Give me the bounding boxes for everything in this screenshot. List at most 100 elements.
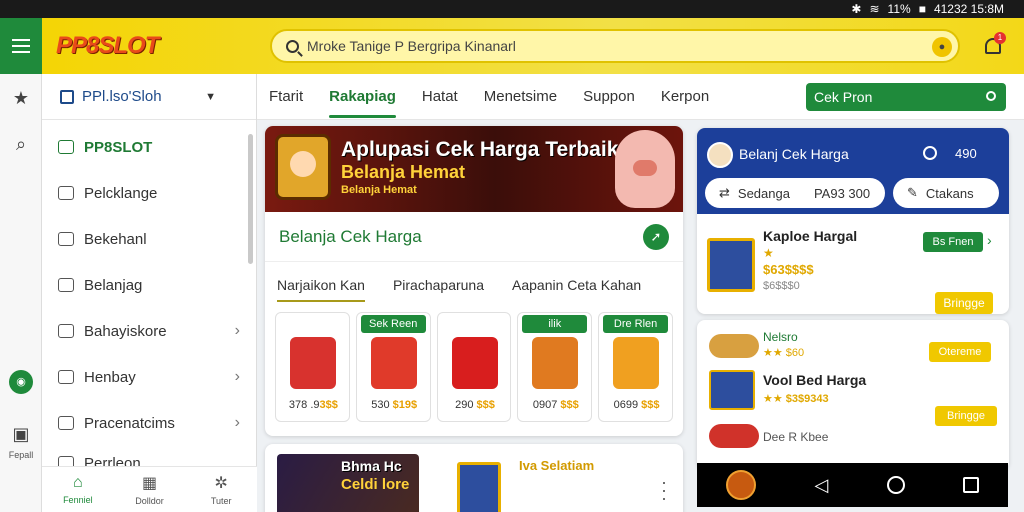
sidebar-item-label: Belanjag xyxy=(84,276,143,294)
price-highlight: $$$ xyxy=(560,399,579,411)
card2-title: Bhma Hc xyxy=(341,458,402,474)
subtab-narjaikon[interactable]: Narjaikon Kan xyxy=(277,262,365,308)
home-button-icon[interactable] xyxy=(886,476,905,494)
product-tile[interactable]: 378 .93$$ xyxy=(275,312,350,422)
subtab-pirachaparuna[interactable]: Pirachaparuna xyxy=(393,262,484,308)
search-rail-icon[interactable]: ⌕ xyxy=(11,134,31,154)
sub-tabs: Narjaikon Kan Pirachaparuna Aapanin Ceta… xyxy=(265,262,683,308)
product-price: 0907 $$$ xyxy=(520,399,591,411)
list-item-button[interactable]: Otereme xyxy=(929,342,991,362)
sidebar-item-bekehanl[interactable]: Bekehanl xyxy=(42,216,256,262)
notification-bell-icon[interactable]: 1 xyxy=(982,32,1006,60)
arrow-right-icon[interactable]: ➚ xyxy=(643,224,669,250)
chip-sedanga[interactable]: ⇄ Sedanga PA93 300 xyxy=(705,178,885,208)
cek-pron-button[interactable]: Cek Pron xyxy=(806,83,1006,111)
sidebar-item-belanjag[interactable]: Belanjag xyxy=(42,262,256,308)
sidebar-item-pelcklange[interactable]: Pelcklange xyxy=(42,170,256,216)
list-item-name: Dee R Kbee xyxy=(763,430,829,444)
bag-icon xyxy=(58,278,74,292)
subtab-aapanin[interactable]: Aapanin Ceta Kahan xyxy=(512,262,641,308)
hamburger-menu-icon[interactable] xyxy=(0,18,42,74)
piggy-mascot-illustration xyxy=(615,130,675,208)
promo-card-2[interactable]: Bhma Hc Celdi lore Iva Selatiam · · · xyxy=(265,444,683,512)
banner-small-text: Belanja Hemat xyxy=(341,184,417,196)
sidebar-item-label: Henbay xyxy=(84,368,136,386)
icon-rail: ★ ⌕ ◉ ▣ Fepall xyxy=(0,74,42,512)
product-tile[interactable]: ilik 0907 $$$ xyxy=(517,312,593,422)
list-item[interactable]: Nelsro ★★ $60 Otereme xyxy=(697,326,1009,370)
sidebar-item-pracenatcims[interactable]: Pracenatcims › xyxy=(42,400,256,446)
card2-label: Iva Selatiam xyxy=(519,458,595,473)
bottom-nav-home[interactable]: ⌂ Fenniel xyxy=(42,467,114,512)
sidebar-item-henbay[interactable]: Henbay › xyxy=(42,354,256,400)
product-image xyxy=(370,337,417,389)
star-icon: ★ xyxy=(763,246,774,260)
tab-rakapiag[interactable]: Rakapiag xyxy=(329,74,396,120)
battery-icon: ■ xyxy=(918,2,926,16)
product-list-card: Nelsro ★★ $60 Otereme Vool Bed Harga ★★ … xyxy=(697,320,1009,470)
avatar[interactable] xyxy=(707,142,733,168)
product-price: 378 .93$$ xyxy=(278,399,349,411)
sidebar-title: PPl.lso'Sloh xyxy=(82,88,162,105)
tab-kerpon[interactable]: Kerpon xyxy=(661,74,709,120)
list-item-price: $60 xyxy=(785,347,805,359)
search-input[interactable]: Mroke Tanige P Bergripa Kinanarl xyxy=(307,38,516,54)
product-tile[interactable]: Dre Rlen 0699 $$$ xyxy=(598,312,673,422)
product-price: 530 $19$ xyxy=(359,399,430,411)
app-badge-icon[interactable] xyxy=(726,470,757,500)
chevron-right-icon[interactable]: › xyxy=(987,232,992,248)
item-count: 490 xyxy=(955,146,977,161)
product-tag: Sek Reen xyxy=(360,315,426,333)
bottom-nav-dolldor[interactable]: ▦ Dolldor xyxy=(114,467,186,512)
search-icon xyxy=(286,39,299,53)
sidebar-scrollbar[interactable] xyxy=(248,134,253,264)
status-bar: ✱ ≋ 11% ■ 41232 15:8M xyxy=(0,0,1024,18)
sidebar-header[interactable]: PPl.lso'Sloh ▼ xyxy=(42,74,256,120)
sidebar-item-bahayiskore[interactable]: Bahayiskore › xyxy=(42,308,256,354)
chat-icon[interactable]: ◉ xyxy=(9,370,33,394)
sidebar-item-pp8slot[interactable]: PP8SLOT xyxy=(42,124,256,170)
price-text: 0907 xyxy=(532,399,561,411)
promo-banner[interactable]: Aplupasi Cek Harga Terbaik Belanja Hemat… xyxy=(265,126,683,212)
search-icon[interactable] xyxy=(923,146,937,160)
section-title-text: Belanja Cek Harga xyxy=(279,226,422,246)
product-box-image xyxy=(707,238,755,292)
clock: 41232 15:8M xyxy=(933,2,1004,16)
tab-menetsime[interactable]: Menetsime xyxy=(484,74,557,120)
bottom-nav: ⌂ Fenniel ▦ Dolldor ✲ Tuter xyxy=(42,466,257,512)
bottom-nav-tuter[interactable]: ✲ Tuter xyxy=(185,467,257,512)
tab-ftarit[interactable]: Ftarit xyxy=(269,74,303,120)
sidebar-item-label: Bahayiskore xyxy=(84,322,167,340)
top-tabs: Ftarit Rakapiag Hatat Menetsime Suppon K… xyxy=(257,74,1024,120)
star-icon[interactable]: ★ xyxy=(11,88,31,108)
chip-ctakans[interactable]: ✎ Ctakans xyxy=(893,178,999,208)
product-image xyxy=(290,337,336,389)
product-old-price: $6$$$0 xyxy=(763,280,800,292)
list-item-rating: ★★ $3$9343 xyxy=(763,393,829,405)
price-check-card: Belanj Cek Harga 490 ⇄ Sedanga PA93 300 … xyxy=(697,128,1009,314)
product-action-button[interactable]: Bs Fnen xyxy=(923,232,983,252)
bottom-nav-label: Fenniel xyxy=(63,495,93,505)
search-bar[interactable]: Mroke Tanige P Bergripa Kinanarl ● xyxy=(270,29,960,63)
toolbox-icon[interactable]: ▣ xyxy=(11,424,31,444)
app-logo[interactable]: PP8SLOT xyxy=(56,32,256,60)
chevron-down-icon[interactable]: ▼ xyxy=(205,91,216,103)
back-icon[interactable]: ◁ xyxy=(814,475,828,496)
product-image xyxy=(532,337,579,389)
product-tag: Dre Rlen xyxy=(603,315,668,333)
product-tile[interactable]: Sek Reen 530 $19$ xyxy=(355,312,431,422)
buy-button[interactable]: Bringge xyxy=(935,292,993,314)
list-item[interactable]: Dee R Kbee xyxy=(697,422,1009,452)
system-nav-bar: ◁ xyxy=(697,463,1008,507)
list-item[interactable]: Vool Bed Harga ★★ $3$9343 Bringge xyxy=(697,368,1009,426)
sidebar-item-label: Pracenatcims xyxy=(84,414,175,432)
tab-suppon[interactable]: Suppon xyxy=(583,74,635,120)
app-header: PP8SLOT Mroke Tanige P Bergripa Kinanarl… xyxy=(0,18,1024,74)
product-item[interactable]: Kaploe Hargal ★ $63$$$$ $6$$$0 Bs Fnen ›… xyxy=(697,214,1009,314)
more-options-icon[interactable]: · · · xyxy=(661,473,667,507)
tab-hatat[interactable]: Hatat xyxy=(422,74,458,120)
home-icon: ⌂ xyxy=(73,474,83,491)
recents-icon[interactable] xyxy=(962,477,979,493)
product-tile[interactable]: 290 $$$ xyxy=(436,312,512,422)
voice-search-icon[interactable]: ● xyxy=(932,37,952,57)
